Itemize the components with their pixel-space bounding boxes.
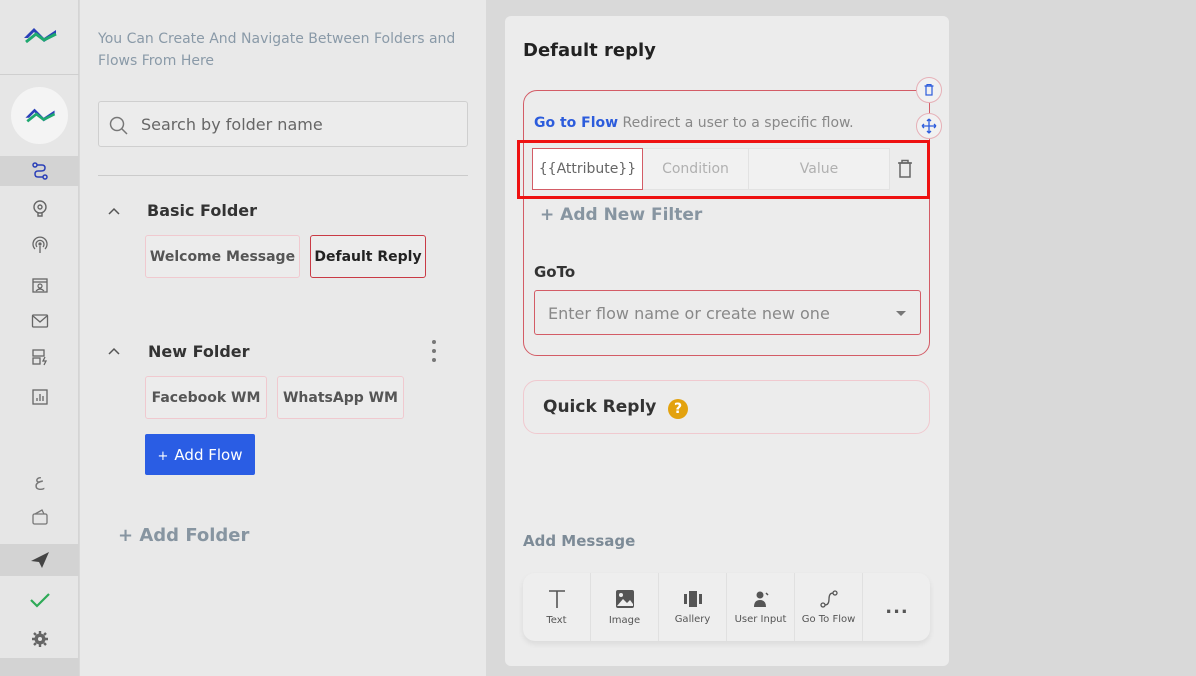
settings-icon [31, 631, 48, 647]
search-input[interactable] [141, 102, 461, 146]
more-icon: ... [885, 596, 909, 618]
text-icon [548, 589, 565, 608]
help-icon[interactable]: ? [668, 399, 688, 419]
folder-panel: You Can Create And Navigate Between Fold… [80, 0, 486, 676]
search-icon [109, 116, 128, 135]
dropdown-arrow-icon [896, 311, 906, 316]
gallery-label: Gallery [674, 613, 711, 625]
folder-name-basic[interactable]: Basic Folder [147, 201, 257, 220]
folder-search[interactable] [98, 101, 468, 147]
add-new-filter-button[interactable]: + Add New Filter [540, 205, 702, 225]
text-label: Text [546, 614, 567, 626]
folder-divider [98, 175, 468, 176]
collapse-new-folder-icon[interactable] [104, 341, 124, 361]
goto-label: GoTo [534, 263, 576, 281]
rail-wallet[interactable] [0, 502, 79, 532]
wallet-icon [31, 509, 48, 525]
user-input-label: User Input [734, 613, 787, 625]
add-flow-label: Add Flow [174, 445, 243, 464]
check-icon [29, 593, 50, 608]
rail-settings[interactable] [0, 624, 79, 654]
analytics-icon [31, 389, 48, 405]
flows-icon [31, 162, 48, 180]
goto-flow-select[interactable]: Enter flow name or create new one [534, 290, 921, 335]
automation-icon [31, 349, 47, 366]
rail-analytics[interactable] [0, 382, 79, 412]
editor-panel: Default reply Go to Flow Redirect a user… [505, 16, 949, 666]
quick-reply-label: Quick Reply [543, 397, 657, 417]
add-user-input-button[interactable]: User Input [727, 573, 795, 641]
add-flow-button[interactable]: + Add Flow [145, 434, 255, 475]
flow-chip-welcome-message[interactable]: Welcome Message [145, 235, 300, 278]
add-message-label: Add Message [523, 532, 636, 550]
editor-title: Default reply [523, 40, 656, 61]
more-options-button[interactable]: ... [863, 573, 931, 641]
flow-chip-whatsapp-wm[interactable]: WhatsApp WM [277, 376, 404, 419]
user-input-icon [753, 591, 769, 607]
condition-row-highlight [517, 140, 930, 199]
folder-name-new[interactable]: New Folder [148, 342, 250, 361]
card-description: Go to Flow Redirect a user to a specific… [534, 115, 854, 131]
move-card-button[interactable] [916, 113, 942, 139]
go-to-flow-label: Go To Flow [801, 613, 856, 625]
rail-divider [0, 74, 79, 75]
rail-language[interactable]: ع [0, 466, 79, 496]
rail-flows[interactable] [0, 156, 79, 186]
quick-reply-section[interactable]: Quick Reply ? [523, 380, 930, 434]
gallery-icon [683, 590, 702, 607]
delete-card-button[interactable] [916, 77, 942, 103]
rail-mail[interactable] [0, 306, 79, 336]
image-icon [615, 589, 634, 608]
move-icon [921, 118, 937, 134]
flow-chip-default-reply[interactable]: Default Reply [310, 235, 426, 278]
send-icon [30, 552, 49, 568]
language-icon: ع [34, 471, 45, 491]
collapse-basic-folder-icon[interactable] [104, 201, 124, 221]
go-to-flow-card: Go to Flow Redirect a user to a specific… [523, 90, 930, 356]
folder-intro-text: You Can Create And Navigate Between Fold… [98, 31, 456, 69]
nav-rail: ع [0, 0, 79, 676]
folder-options-icon[interactable] [430, 338, 438, 364]
contacts-icon [31, 278, 48, 293]
plus-icon: + [157, 448, 169, 464]
brand-logo-icon[interactable] [22, 24, 58, 46]
rail-check[interactable] [0, 585, 79, 615]
mail-icon [31, 314, 48, 328]
card-action-label: Go to Flow [534, 115, 619, 131]
rail-broadcast[interactable] [0, 230, 79, 260]
go-to-flow-icon [819, 589, 838, 608]
rail-automation[interactable] [0, 342, 79, 372]
rail-send[interactable] [0, 544, 79, 576]
flow-chip-facebook-wm[interactable]: Facebook WM [145, 376, 267, 419]
add-text-button[interactable]: Text [523, 573, 591, 641]
add-gallery-button[interactable]: Gallery [659, 573, 727, 641]
rail-bottom-bar [0, 658, 79, 676]
add-go-to-flow-button[interactable]: Go To Flow [795, 573, 863, 641]
rail-bot-builder[interactable] [0, 193, 79, 223]
image-label: Image [608, 614, 641, 626]
broadcast-icon [31, 236, 48, 253]
bot-avatar-icon [25, 108, 56, 123]
rail-contacts[interactable] [0, 270, 79, 300]
message-type-bar: Text Image Gallery User Input Go To Flow… [523, 573, 930, 641]
trash-icon [924, 84, 934, 96]
add-image-button[interactable]: Image [591, 573, 659, 641]
avatar[interactable] [11, 87, 68, 144]
card-action-desc: Redirect a user to a specific flow. [622, 115, 854, 131]
goto-placeholder: Enter flow name or create new one [548, 304, 830, 323]
add-folder-button[interactable]: + Add Folder [118, 525, 249, 546]
bot-brain-icon [32, 200, 47, 217]
